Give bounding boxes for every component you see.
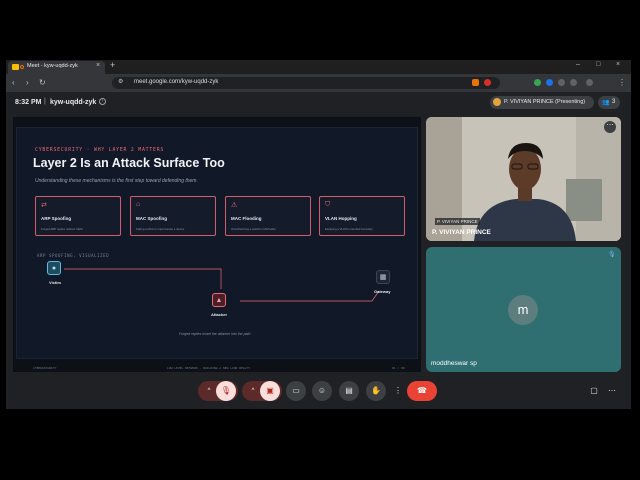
mic-active-icon: 🎙 <box>608 252 616 258</box>
shared-presentation: CYBERSECURITY · WHY LAYER 2 MATTERS Laye… <box>13 117 421 372</box>
gateway-icon: ▦ <box>376 270 390 284</box>
site-info-icon[interactable]: ⚙ <box>118 78 123 85</box>
raise-hand-button[interactable]: ✋ <box>366 381 386 401</box>
participant-count: 3 <box>612 99 616 105</box>
participant-name: P. VIVIYAN PRINCE <box>432 229 491 236</box>
participant-tile-moddheswar[interactable]: 🎙 m moddheswar sp <box>426 247 621 372</box>
close-window-button[interactable]: × <box>616 61 620 68</box>
brave-shield-icon[interactable] <box>472 79 479 86</box>
victim-icon: ● <box>47 261 61 275</box>
slide-footer-center: LOW LEVEL NETWORK · BUILDING A NEW LINK … <box>167 366 251 370</box>
avatar: m <box>508 295 538 325</box>
chat-button[interactable]: ▢ <box>584 381 604 401</box>
back-button[interactable]: ‹ <box>12 78 15 87</box>
presenter-label: P. VIVIYAN PRINCE (Presenting) <box>504 99 586 105</box>
new-tab-button[interactable]: + <box>110 60 115 70</box>
url-text[interactable]: meet.google.com/kyw-uqdd-zyk <box>134 79 218 85</box>
victim-attacker-line <box>64 268 222 289</box>
emoji-button[interactable]: ☺ <box>312 381 332 401</box>
tile-more-options-icon[interactable]: ⋯ <box>604 121 616 133</box>
extension-icon[interactable] <box>534 79 541 86</box>
people-icon: 👥 <box>602 100 610 106</box>
presenting-chip[interactable]: P. VIVIYAN PRINCE (Presenting) <box>490 96 594 109</box>
meeting-time: 8:32 PM <box>15 99 42 106</box>
meeting-code: kyw-uqdd-zyk <box>50 99 97 106</box>
browser-window: Meet - kyw-uqdd-zyk × + – □ × ‹ › ↻ ⚙ me… <box>6 60 631 409</box>
sidebar-icon[interactable] <box>570 79 577 86</box>
recording-icon <box>20 65 24 69</box>
browser-menu-button[interactable]: ⋮ <box>618 78 626 87</box>
browser-tab[interactable]: Meet - kyw-uqdd-zyk × <box>8 61 105 74</box>
captions-button[interactable]: ▤ <box>339 381 359 401</box>
slide-page-number: 01 / 08 <box>392 366 405 370</box>
presenter-name-tag: P. VIVIYAN PRINCE <box>435 218 480 225</box>
diagram-caption: Forged replies insert the attacker into … <box>179 332 251 336</box>
slide-canvas: CYBERSECURITY · WHY LAYER 2 MATTERS Laye… <box>16 127 418 370</box>
header-separator: | <box>44 98 46 105</box>
attacker-label: Attacker <box>211 312 228 317</box>
maximize-button[interactable]: □ <box>596 61 600 68</box>
attacker-gateway-line <box>240 290 380 302</box>
gateway-label: Gateway <box>374 289 391 294</box>
camera-off-button[interactable]: ▣ <box>260 381 280 401</box>
brave-rewards-icon[interactable] <box>484 79 491 86</box>
extensions-puzzle-icon[interactable] <box>558 79 565 86</box>
activities-button[interactable]: ⋯ <box>602 381 622 401</box>
people-button[interactable]: 👥 3 <box>598 96 620 109</box>
presenter-avatar <box>493 98 501 106</box>
meeting-info-icon[interactable]: i <box>99 98 106 105</box>
victim-label: Victim <box>49 280 61 285</box>
address-bar-row: ‹ › ↻ ⚙ meet.google.com/kyw-uqdd-zyk ⋮ <box>6 74 631 92</box>
tab-bar: Meet - kyw-uqdd-zyk × + – □ × <box>6 60 631 74</box>
participant-tile-presenter[interactable]: ⋯ P. VIVIYAN PRINCE P. VIVIYAN PRINCE <box>426 117 621 241</box>
call-controls: ^ 🎙 ^ ▣ ▭ ☺ ▤ ✋ ⋮ ☎ ▢ ⋯ <box>6 377 631 409</box>
meet-favicon-icon <box>12 64 19 70</box>
tab-title: Meet - kyw-uqdd-zyk <box>27 63 78 69</box>
end-call-button[interactable]: ☎ <box>407 381 437 401</box>
tab-close-icon[interactable]: × <box>96 62 100 69</box>
arp-diagram-lines <box>64 268 380 302</box>
more-options-button[interactable]: ⋮ <box>388 381 408 401</box>
participant-name: moddheswar sp <box>431 360 477 367</box>
wallet-icon[interactable] <box>586 79 593 86</box>
extension-icon[interactable] <box>546 79 553 86</box>
mic-off-button[interactable]: 🎙 <box>216 381 236 401</box>
minimize-button[interactable]: – <box>576 61 580 68</box>
forward-button[interactable]: › <box>26 78 29 87</box>
slide-footer-left: CYBERSECURITY <box>33 366 57 370</box>
attacker-icon: ▲ <box>212 293 226 307</box>
present-button[interactable]: ▭ <box>286 381 306 401</box>
reload-button[interactable]: ↻ <box>39 78 46 87</box>
omnibox[interactable]: ⚙ meet.google.com/kyw-uqdd-zyk <box>112 77 500 89</box>
meet-header: 8:32 PM | kyw-uqdd-zyk i P. VIVIYAN PRIN… <box>6 92 631 114</box>
